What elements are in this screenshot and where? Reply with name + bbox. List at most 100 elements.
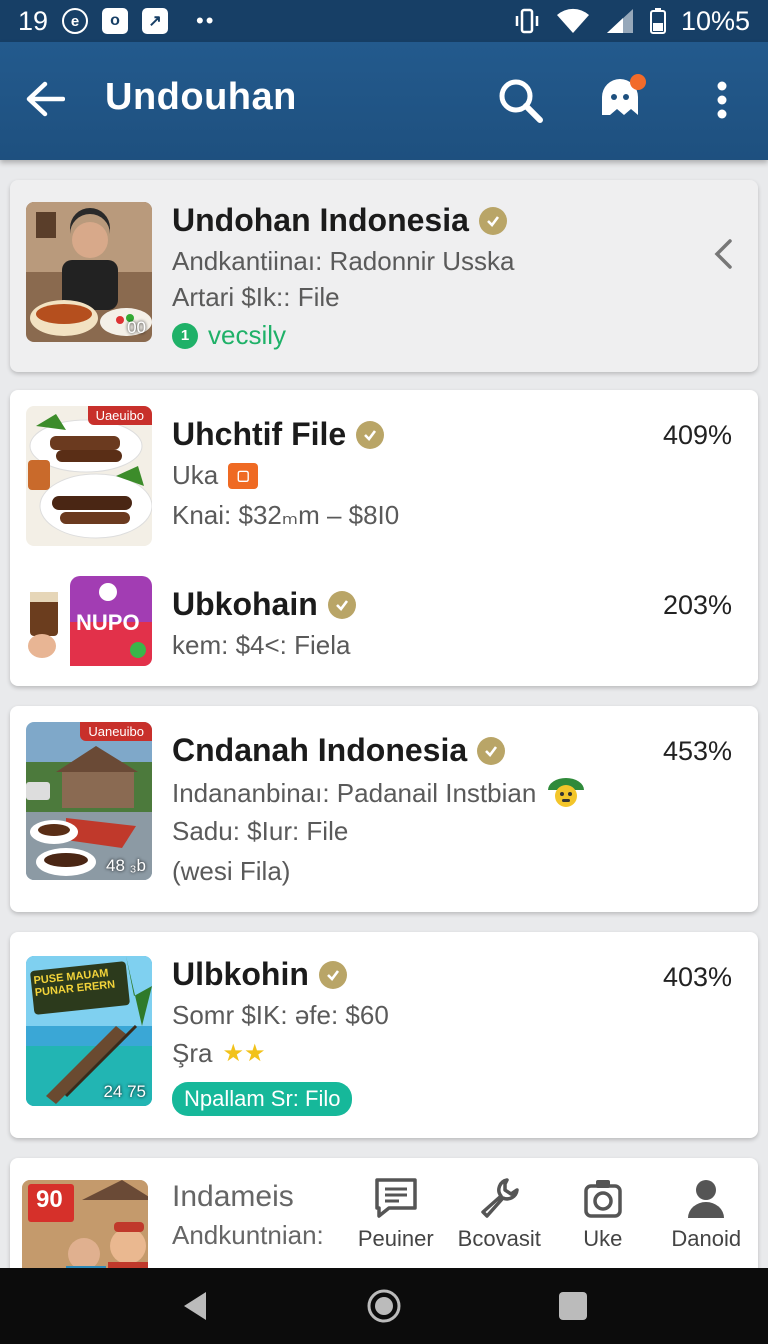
nav-home-button[interactable] [362,1284,406,1328]
item-thumbnail: Uaneuibo 48 ₃b [26,722,152,880]
camera-icon [584,1180,622,1218]
status-bar: 19 e o ↗ •• 10%5 [0,0,768,42]
more-vert-icon [717,81,727,119]
chat-icon [375,1178,417,1218]
battery-percentage: 10%5 [680,5,750,36]
item-thumbnail: Uaeuibo [26,406,152,546]
square-recents-icon [559,1292,588,1320]
item-title-text: Ulbkohin [172,956,309,992]
search-icon [499,79,543,123]
item-title-text: Cndanah Indonesia [172,732,468,768]
signal-icon [606,9,633,33]
nav-recents-button[interactable] [551,1284,595,1328]
item-subtitle: Uka ▢ [172,460,259,491]
thumbnail-logo-text: 90 [36,1186,63,1213]
page-title: Undouhan [105,76,297,118]
emoji-icon [548,778,585,807]
status-time: 19 [18,5,49,36]
item-title: Indameis [172,1180,294,1213]
item-status: 1 vecsily [172,320,286,351]
chevron-left-icon[interactable] [712,238,736,270]
item-detail: Sadu: $Iur: File [172,816,349,846]
list-item[interactable]: 00 Undohan Indonesia Andkantiinaı: Radon… [10,180,758,372]
verified-icon [318,960,347,989]
item-thumbnail: 00 [26,202,152,342]
item-subtitle: Andkantiinaı: Radonnir Usska [172,246,515,276]
item-title-text: Undohan Indonesia [172,202,469,238]
item-thumbnail: NUPO [26,576,152,666]
nav-back-button[interactable] [173,1284,217,1328]
item-percentage: 403% [662,962,732,992]
item-title: Undohan Indonesia [172,202,507,239]
item-title: Uhchtif File [172,416,385,453]
tab-label: Peuiner [357,1226,434,1251]
item-file-tag[interactable]: Npallam Sr: Filo [172,1082,353,1116]
thumbnail-tag: Uaneuibo [80,722,152,741]
search-button[interactable] [494,74,546,126]
item-rating-text: Şra [172,1038,213,1068]
status-text: vecsily [208,320,287,350]
tab-peuiner[interactable]: Peuiner [344,1164,448,1268]
item-subtitle: Somr $IK: əfe: $60 [172,1000,389,1030]
item-subtitle: Indananbinaı: Padanail Instbian [172,776,586,810]
app-bar: Undouhan [0,42,768,160]
wrench-icon [481,1178,519,1218]
item-detail: Knai: $32ₘm – $8I0 [172,500,400,530]
tab-danoid[interactable]: Danoid [655,1164,759,1268]
verified-icon [478,206,507,235]
status-number-badge: 1 [172,322,198,349]
list-group: Uaeuibo Uhchtif File 409% Uka ▢ Knai: $3… [10,390,758,686]
sync-icon: e [62,8,89,34]
list-item[interactable]: Uaneuibo 48 ₃b Cndanah Indonesia 453% In… [10,706,758,912]
item-percentage: 453% [662,736,732,766]
item-title: Cndanah Indonesia [172,732,506,769]
back-button[interactable] [22,76,68,122]
thumbnail-logo-text: NUPO [76,610,140,635]
thumbnail-tag: Uaeuibo [87,406,152,425]
item-detail: Artari $Ik:: File [172,282,340,312]
item-percentage: 409% [662,420,732,450]
item-subtitle-text: Uka [172,460,219,490]
item-title-text: Uhchtif File [172,416,347,452]
tab-label: Uke [583,1226,623,1251]
item-subtitle-text: Indananbinaı: Padanail Instbian [172,777,537,808]
orange-tag-icon: ▢ [228,462,259,489]
item-thumbnail: 90 [22,1180,148,1280]
verified-icon [477,736,506,765]
star-icon: ★★ [222,1040,266,1067]
tab-uke[interactable]: Uke [551,1164,655,1268]
item-title: Ulbkohin [172,956,347,993]
home-circle-icon [367,1289,401,1323]
tab-label: Danoid [671,1226,742,1251]
thumbnail-counter: 00 [127,318,146,337]
more-notifications-icon: •• [196,8,216,33]
notifications-button[interactable] [594,72,646,124]
item-subtitle: Andkuntnian: [172,1220,324,1250]
tab-bcovasit[interactable]: Bcovasit [448,1164,552,1268]
triangle-back-icon [183,1292,206,1320]
item-note: (wesi Fila) [172,856,291,886]
notification-dot [630,74,646,90]
arrow-left-icon [26,81,65,117]
item-title: Ubkohain [172,586,356,623]
camera-notification-icon: o [102,8,129,34]
item-thumbnail: PUSE MAUAM PUNAR ERERN 24 75 [26,956,152,1106]
item-percentage: 203% [662,590,732,620]
list-item[interactable]: PUSE MAUAM PUNAR ERERN 24 75 Ulbkohin 40… [10,932,758,1138]
battery-icon [649,8,666,34]
chart-notification-icon: ↗ [142,8,169,34]
more-menu-button[interactable] [696,74,748,126]
verified-icon [356,420,385,449]
tab-label: Bcovasit [457,1226,541,1251]
person-icon [688,1180,725,1218]
bottom-tab-bar: Peuiner Bcovasit Uke Danoid [344,1164,758,1268]
thumbnail-counter: 48 ₃b [105,856,146,875]
system-nav-bar [0,1268,768,1344]
item-detail: kem: $4<: Fiela [172,630,351,660]
verified-icon [327,590,356,619]
item-rating: Şra ★★ [172,1038,266,1069]
thumbnail-counter: 24 75 [103,1082,146,1101]
wifi-icon [556,8,589,33]
item-title-text: Ubkohain [172,586,318,622]
vibrate-icon [515,8,539,34]
